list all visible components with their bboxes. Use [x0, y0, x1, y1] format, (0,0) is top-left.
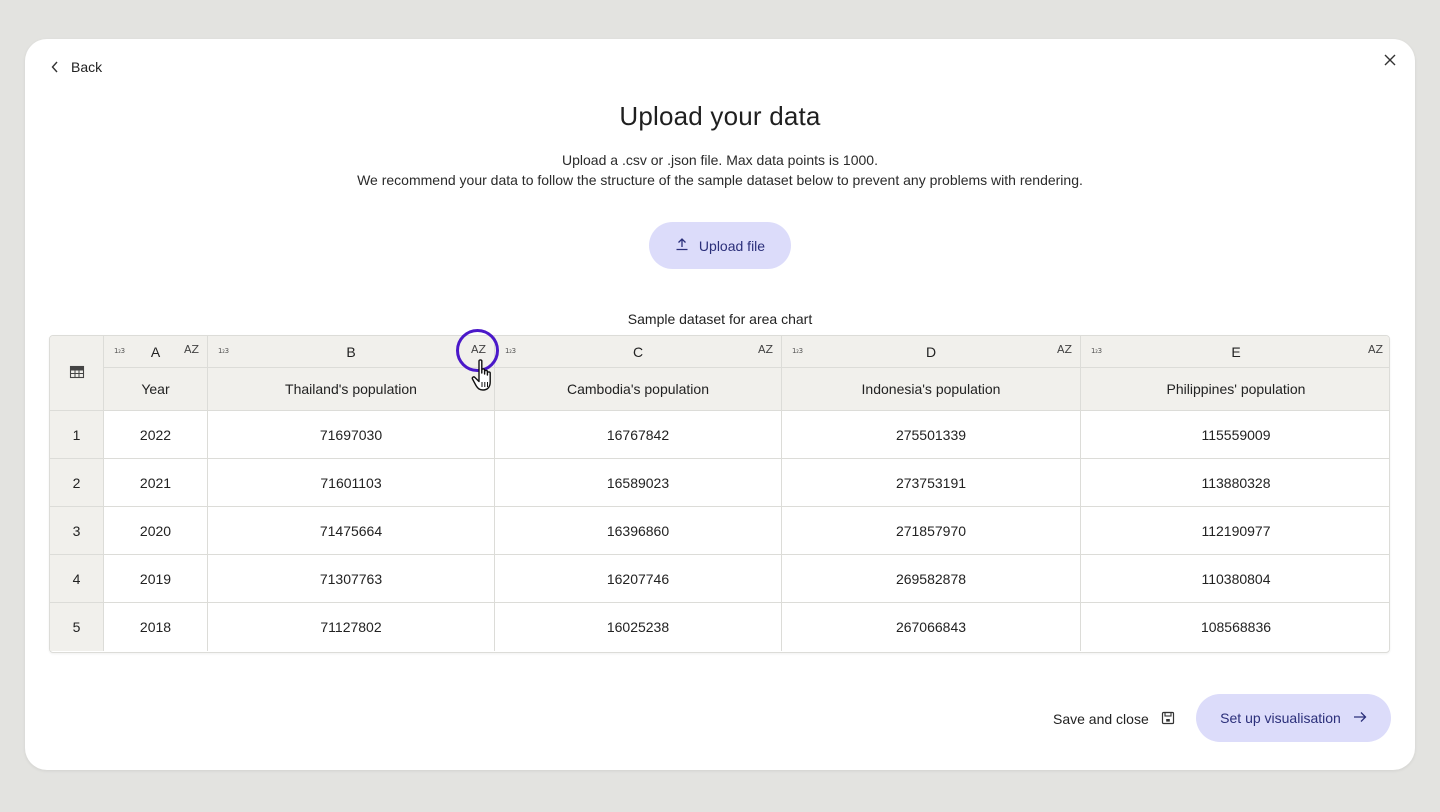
table-cell[interactable]: 271857970 [782, 507, 1081, 555]
sort-az-icon[interactable]: AZ [758, 344, 773, 355]
table-cell[interactable]: 2021 [104, 459, 208, 507]
sample-data-table: 1₂3 A AZ 1₂3 B AZ 1₂3 C AZ 1₂3 D AZ 1₂3 [49, 335, 1390, 653]
table-cell[interactable]: 110380804 [1081, 555, 1389, 603]
table-cell[interactable]: 71601103 [208, 459, 495, 507]
column-letter-c[interactable]: 1₂3 C AZ [495, 336, 782, 368]
save-icon [1161, 711, 1175, 728]
row-number: 2 [50, 459, 104, 507]
table-cell[interactable]: 71127802 [208, 603, 495, 651]
column-letter-d[interactable]: 1₂3 D AZ [782, 336, 1081, 368]
table-cell[interactable]: 16767842 [495, 411, 782, 459]
column-letter-a[interactable]: 1₂3 A AZ [104, 336, 208, 368]
sort-az-text: AZ [757, 343, 773, 356]
table-cell[interactable]: 267066843 [782, 603, 1081, 651]
row-number: 3 [50, 507, 104, 555]
table-cell[interactable]: 269582878 [782, 555, 1081, 603]
column-header[interactable]: Year [104, 368, 208, 411]
table-cell[interactable]: 275501339 [782, 411, 1081, 459]
arrow-right-icon [1353, 710, 1367, 726]
table-cell[interactable]: 16396860 [495, 507, 782, 555]
upload-data-modal: Back Upload your data Upload a .csv or .… [25, 39, 1415, 770]
table-cell[interactable]: 16207746 [495, 555, 782, 603]
sort-az-icon[interactable]: AZ [1057, 344, 1072, 355]
number-type-icon: 1₂3 [218, 347, 229, 355]
table-cell[interactable]: 108568836 [1081, 603, 1389, 651]
save-and-close-label: Save and close [1053, 711, 1149, 727]
sort-az-icon[interactable]: AZ [1368, 344, 1383, 355]
close-icon [1384, 53, 1396, 71]
sort-az-icon[interactable]: AZ [471, 344, 486, 355]
table-cell[interactable]: 16589023 [495, 459, 782, 507]
row-number: 5 [50, 603, 104, 651]
row-number: 4 [50, 555, 104, 603]
upload-file-button[interactable]: Upload file [649, 222, 791, 269]
table-cell[interactable]: 16025238 [495, 603, 782, 651]
sample-dataset-caption: Sample dataset for area chart [627, 311, 813, 327]
table-cell[interactable]: 115559009 [1081, 411, 1389, 459]
table-cell[interactable]: 112190977 [1081, 507, 1389, 555]
close-button[interactable] [1379, 51, 1401, 73]
table-cell[interactable]: 2018 [104, 603, 208, 651]
table-cell[interactable]: 71307763 [208, 555, 495, 603]
table-cell[interactable]: 71697030 [208, 411, 495, 459]
column-header[interactable]: Indonesia's population [782, 368, 1081, 411]
chevron-left-icon [51, 61, 59, 73]
sort-az-text: AZ [1367, 343, 1383, 356]
column-letter-e[interactable]: 1₂3 E AZ [1081, 336, 1389, 368]
number-type-icon: 1₂3 [114, 347, 125, 355]
subtitle-line-1: Upload a .csv or .json file. Max data po… [562, 152, 878, 168]
column-letter-label: C [632, 343, 644, 360]
table-cell[interactable]: 273753191 [782, 459, 1081, 507]
table-cell[interactable]: 2020 [104, 507, 208, 555]
number-type-icon: 1₂3 [792, 347, 803, 355]
back-button[interactable]: Back [51, 57, 102, 77]
upload-icon [675, 237, 689, 254]
column-letter-label: A [150, 343, 161, 360]
number-type-icon: 1₂3 [1091, 347, 1102, 355]
column-letter-label: E [1231, 343, 1241, 360]
column-letter-label: B [346, 343, 356, 360]
table-cell[interactable]: 113880328 [1081, 459, 1389, 507]
table-corner [50, 336, 104, 411]
number-type-icon: 1₂3 [505, 347, 516, 355]
column-header[interactable]: Philippines' population [1081, 368, 1389, 411]
save-and-close-button[interactable]: Save and close [1053, 709, 1175, 729]
back-label: Back [71, 59, 103, 75]
column-header[interactable]: Cambodia's population [495, 368, 782, 411]
sort-az-text: AZ [183, 343, 199, 356]
column-letter-label: D [925, 343, 937, 360]
sort-az-icon[interactable]: AZ [184, 344, 199, 355]
row-number: 1 [50, 411, 104, 459]
subtitle-line-2: We recommend your data to follow the str… [357, 172, 1083, 188]
sort-az-text: AZ [1056, 343, 1072, 356]
table-cell[interactable]: 2022 [104, 411, 208, 459]
table-icon [69, 364, 85, 383]
set-up-visualisation-label: Set up visualisation [1220, 710, 1341, 726]
page-title: Upload your data [619, 101, 821, 131]
set-up-visualisation-button[interactable]: Set up visualisation [1196, 694, 1391, 742]
table-cell[interactable]: 2019 [104, 555, 208, 603]
sort-az-text: AZ [470, 343, 486, 356]
table-cell[interactable]: 71475664 [208, 507, 495, 555]
upload-file-label: Upload file [698, 237, 766, 254]
column-header[interactable]: Thailand's population [208, 368, 495, 411]
column-letter-b[interactable]: 1₂3 B AZ [208, 336, 495, 368]
